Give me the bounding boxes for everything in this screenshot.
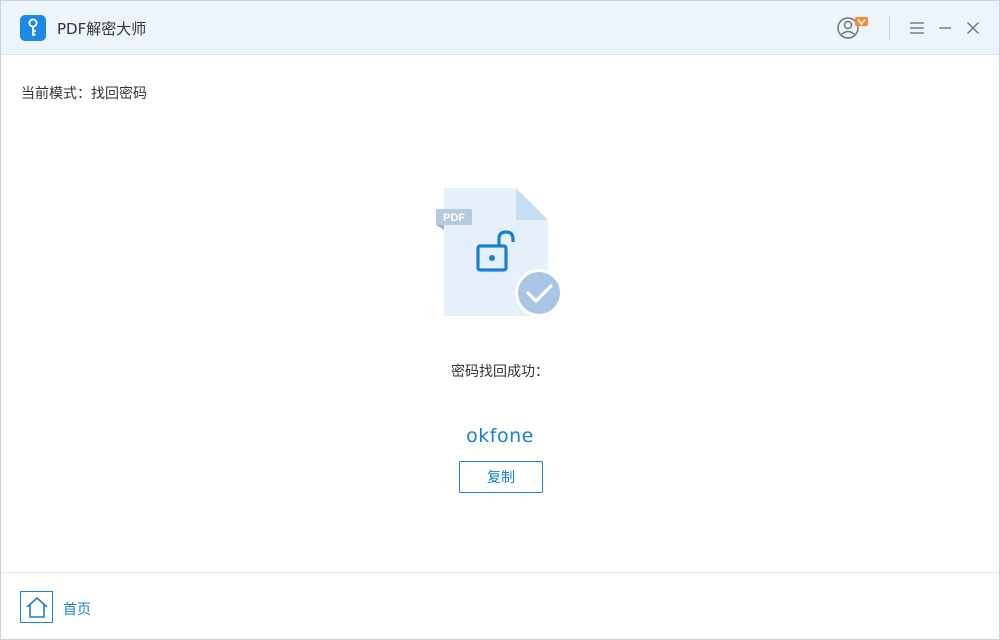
app-window: PDF解密大师 当前模式：找回密码 PDF 密码找回成功： okfone 复制 … [0,0,1000,640]
current-mode-label: 当前模式：找回密码 [21,86,147,102]
close-icon[interactable] [958,13,988,43]
recovered-password: okfone [466,425,534,447]
title-bar: PDF解密大师 [1,1,999,55]
key-icon [20,15,46,41]
minimize-icon[interactable] [930,13,960,43]
home-link[interactable]: 首页 [63,599,91,619]
footer-bar: 首页 [1,572,999,639]
unlocked-pdf-check-icon: PDF [434,186,566,321]
copy-button[interactable]: 复制 [459,461,543,493]
title-separator [889,16,890,40]
window-title: PDF解密大师 [57,20,147,38]
menu-icon[interactable] [902,13,932,43]
svg-text:PDF: PDF [443,212,465,224]
success-message: 密码找回成功： [451,364,549,380]
home-icon[interactable] [20,591,53,623]
user-vip-icon[interactable] [835,13,871,43]
